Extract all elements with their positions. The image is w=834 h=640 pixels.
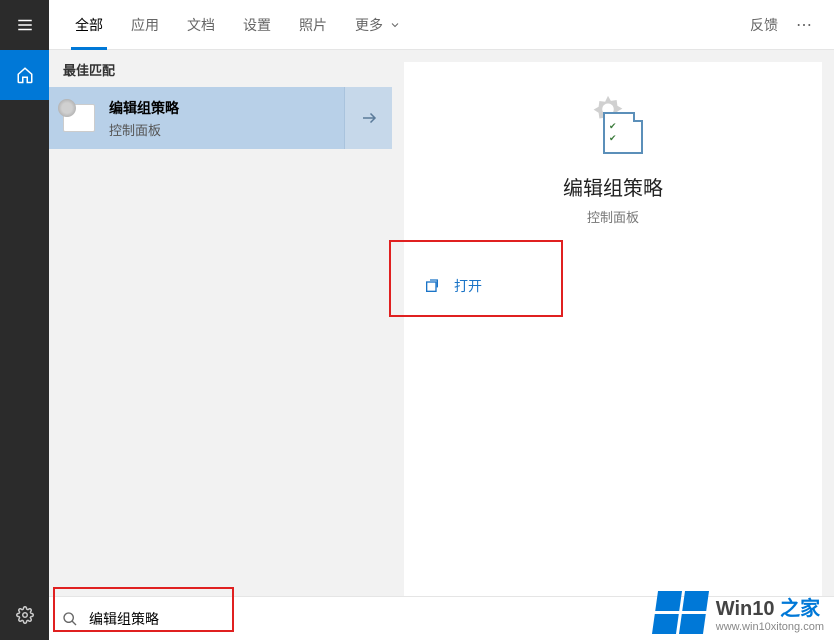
- result-title: 编辑组策略: [109, 98, 344, 118]
- result-subtitle: 控制面板: [109, 120, 344, 139]
- search-icon: [59, 611, 81, 627]
- detail-app-icon: ✔✔: [583, 92, 643, 154]
- chevron-down-icon: [389, 19, 401, 31]
- tab-photos[interactable]: 照片: [285, 0, 341, 50]
- windows-logo-icon: [652, 591, 709, 634]
- detail-title: 编辑组策略: [563, 172, 663, 201]
- search-result-item[interactable]: 编辑组策略 控制面板: [49, 87, 392, 149]
- watermark: Win10 之家 www.win10xitong.com: [655, 591, 824, 634]
- arrow-right-icon: [360, 109, 378, 127]
- gear-icon: [16, 606, 34, 624]
- tab-more[interactable]: 更多: [341, 0, 415, 50]
- hamburger-menu[interactable]: [0, 0, 49, 50]
- open-action[interactable]: 打开: [424, 266, 802, 306]
- section-best-match: 最佳匹配: [49, 50, 392, 87]
- tab-apps[interactable]: 应用: [117, 0, 173, 50]
- tab-all[interactable]: 全部: [61, 0, 117, 50]
- overflow-menu[interactable]: ⋯: [788, 15, 822, 35]
- home-icon: [16, 66, 34, 84]
- feedback-link[interactable]: 反馈: [740, 15, 788, 35]
- tab-documents[interactable]: 文档: [173, 0, 229, 50]
- detail-panel: ✔✔ 编辑组策略 控制面板 打开: [404, 62, 822, 628]
- menu-icon: [16, 16, 34, 34]
- home-button[interactable]: [0, 50, 49, 100]
- result-expand-button[interactable]: [344, 87, 392, 149]
- tab-settings[interactable]: 设置: [229, 0, 285, 50]
- tab-more-label: 更多: [355, 15, 383, 35]
- result-app-icon: [49, 104, 109, 132]
- settings-button[interactable]: [0, 590, 49, 640]
- open-icon: [424, 278, 440, 294]
- open-label: 打开: [454, 276, 482, 296]
- detail-subtitle: 控制面板: [587, 207, 639, 226]
